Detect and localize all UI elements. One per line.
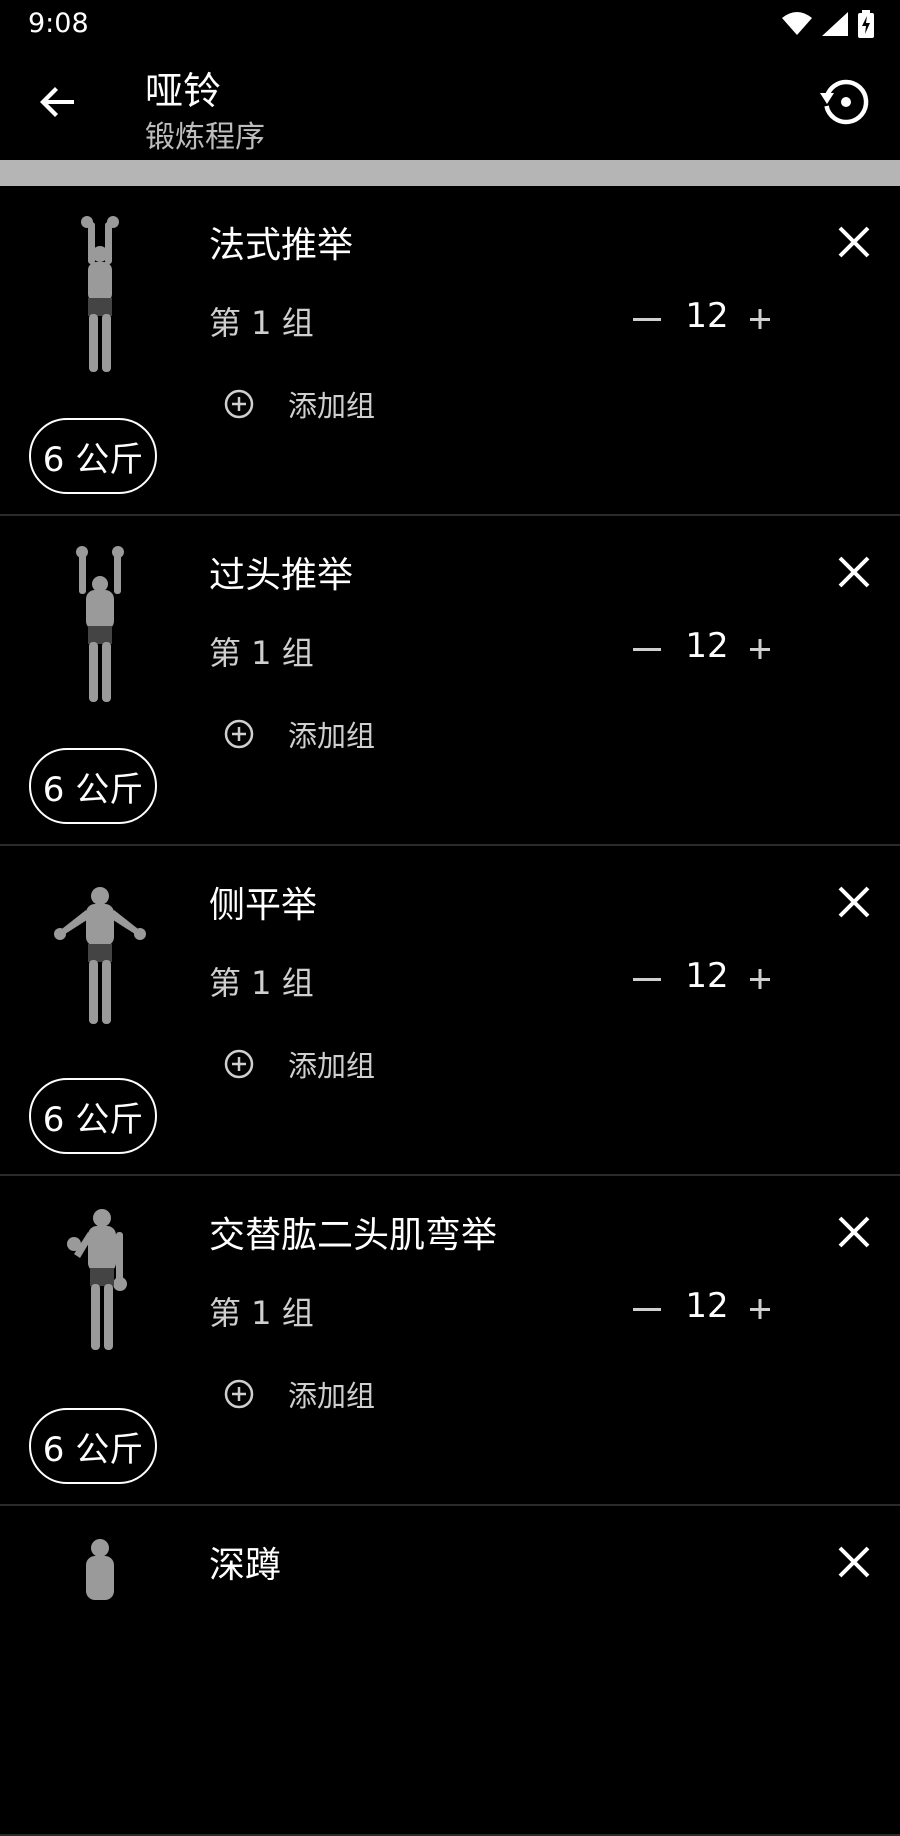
exercise-name: 法式推举 xyxy=(209,225,354,266)
plus-icon[interactable] xyxy=(746,632,774,666)
set-label: 第 1 组 xyxy=(209,1294,314,1332)
exercise-card: 6 公斤 过头推举 第 1 组 12 添加组 xyxy=(0,516,900,846)
add-set-button[interactable]: 添加组 xyxy=(224,384,375,424)
minus-icon[interactable] xyxy=(630,962,664,996)
exercise-name: 侧平举 xyxy=(209,885,318,926)
exercise-figure-image xyxy=(86,1539,114,1600)
exercise-card: 6 公斤 交替肱二头肌弯举 第 1 组 12 添加组 xyxy=(0,1176,900,1506)
weight-button[interactable]: 6 公斤 xyxy=(29,1408,157,1484)
reps-value: 12 xyxy=(685,626,729,666)
close-icon[interactable] xyxy=(834,882,874,922)
add-set-button[interactable]: 添加组 xyxy=(224,714,375,754)
exercise-name: 交替肱二头肌弯举 xyxy=(209,1215,498,1256)
status-bar: 9:08 xyxy=(0,0,900,48)
exercise-figure-image xyxy=(76,546,124,702)
exercise-figure-image xyxy=(81,216,119,372)
close-icon[interactable] xyxy=(834,552,874,592)
exercise-figure-image xyxy=(67,1209,127,1350)
minus-icon[interactable] xyxy=(630,1292,664,1326)
battery-icon xyxy=(858,10,874,38)
wifi-icon xyxy=(782,12,812,35)
add-circle-icon xyxy=(224,1379,254,1409)
add-set-label: 添加组 xyxy=(288,719,376,753)
signal-icon xyxy=(822,12,848,36)
minus-icon[interactable] xyxy=(630,632,664,666)
progress-divider xyxy=(0,160,900,186)
weight-button[interactable]: 6 公斤 xyxy=(29,748,157,824)
reps-value: 12 xyxy=(685,1286,729,1326)
set-label: 第 1 组 xyxy=(209,634,314,672)
close-icon[interactable] xyxy=(834,222,874,262)
restore-icon[interactable] xyxy=(818,74,874,130)
exercise-name: 深蹲 xyxy=(209,1545,282,1586)
add-set-button[interactable]: 添加组 xyxy=(224,1374,375,1414)
exercise-name: 过头推举 xyxy=(209,555,354,596)
set-label: 第 1 组 xyxy=(209,964,314,1002)
add-set-label: 添加组 xyxy=(288,389,376,423)
exercise-card: 6 公斤 法式推举 第 1 组 12 添加组 xyxy=(0,186,900,516)
status-time: 9:08 xyxy=(28,8,89,39)
exercise-figure-image xyxy=(54,887,146,1024)
weight-button[interactable]: 6 公斤 xyxy=(29,418,157,494)
plus-icon[interactable] xyxy=(746,1292,774,1326)
exercise-list: 6 公斤 法式推举 第 1 组 12 添加组 6 公斤 过头推举 第 1 组 1… xyxy=(0,186,900,1836)
minus-icon[interactable] xyxy=(630,302,664,336)
exercise-card: 6 公斤 侧平举 第 1 组 12 添加组 xyxy=(0,846,900,1176)
page-title: 哑铃 xyxy=(145,69,222,113)
page-subtitle: 锻炼程序 xyxy=(145,120,265,155)
add-set-label: 添加组 xyxy=(288,1379,376,1413)
close-icon[interactable] xyxy=(834,1212,874,1252)
add-set-button[interactable]: 添加组 xyxy=(224,1044,375,1084)
weight-button[interactable]: 6 公斤 xyxy=(29,1078,157,1154)
plus-icon[interactable] xyxy=(746,962,774,996)
close-icon[interactable] xyxy=(834,1542,874,1582)
reps-value: 12 xyxy=(685,956,729,996)
add-circle-icon xyxy=(224,719,254,749)
status-icons xyxy=(782,10,874,38)
plus-icon[interactable] xyxy=(746,302,774,336)
reps-value: 12 xyxy=(685,296,729,336)
set-label: 第 1 组 xyxy=(209,304,314,342)
add-set-label: 添加组 xyxy=(288,1049,376,1083)
back-arrow-icon[interactable] xyxy=(34,78,82,126)
app-bar: 哑铃 锻炼程序 xyxy=(0,48,900,160)
add-circle-icon xyxy=(224,389,254,419)
exercise-card: 深蹲 xyxy=(0,1506,900,1836)
add-circle-icon xyxy=(224,1049,254,1079)
